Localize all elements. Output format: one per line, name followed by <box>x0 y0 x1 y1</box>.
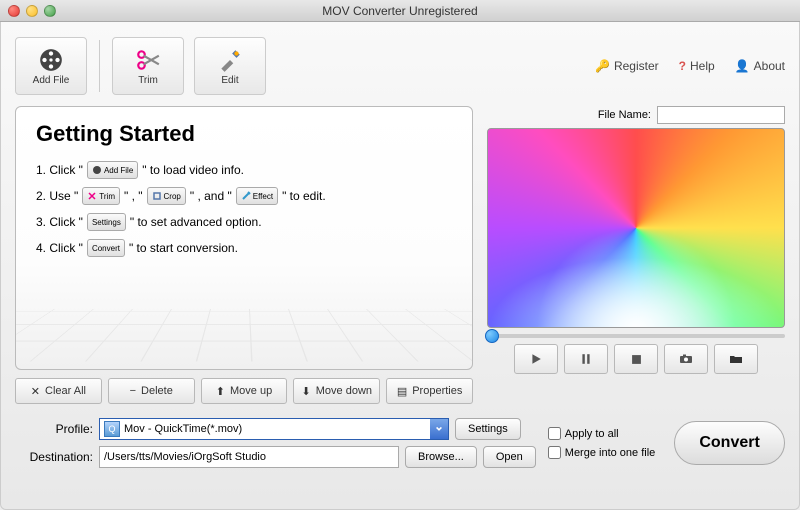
profile-label: Profile: <box>15 422 93 436</box>
profile-settings-button[interactable]: Settings <box>455 418 521 440</box>
document-icon: ▤ <box>397 385 407 398</box>
merge-checkbox[interactable]: Merge into one file <box>548 446 674 459</box>
key-icon: 🔑 <box>595 59 610 73</box>
x-icon: ✕ <box>31 385 40 398</box>
move-up-button[interactable]: ⬆Move up <box>201 378 288 404</box>
trim-button[interactable]: Trim <box>112 37 184 95</box>
play-icon <box>530 353 542 365</box>
profile-value: Mov - QuickTime(*.mov) <box>124 423 242 435</box>
open-button[interactable]: Open <box>483 446 536 468</box>
mini-add-file: Add File <box>87 161 138 179</box>
chevron-down-icon <box>430 419 448 439</box>
window-title: MOV Converter Unregistered <box>0 4 800 18</box>
add-file-label: Add File <box>33 75 70 86</box>
convert-button[interactable]: Convert <box>674 421 785 465</box>
getting-started-title: Getting Started <box>36 121 452 147</box>
file-name-label: File Name: <box>598 109 651 121</box>
minus-icon: − <box>130 385 136 397</box>
edit-label: Edit <box>221 75 238 86</box>
stop-icon <box>631 354 642 365</box>
properties-button[interactable]: ▤Properties <box>386 378 473 404</box>
seek-bar[interactable] <box>487 334 785 338</box>
edit-button[interactable]: Edit <box>194 37 266 95</box>
top-toolbar: Add File Trim Edit 🔑Register ?Help 👤Abou… <box>15 32 785 100</box>
step-2: 2. Use " Trim " , " Crop " , and " Effec… <box>36 187 452 205</box>
arrow-up-icon: ⬆ <box>216 385 225 398</box>
browse-folder-button[interactable] <box>714 344 758 374</box>
mini-crop: Crop <box>147 187 186 205</box>
mini-settings: Settings <box>87 213 126 231</box>
apply-to-all-checkbox[interactable]: Apply to all <box>548 427 674 440</box>
play-button[interactable] <box>514 344 558 374</box>
stop-button[interactable] <box>614 344 658 374</box>
person-icon: 👤 <box>735 59 750 73</box>
quicktime-icon: Q <box>104 421 120 437</box>
mini-convert: Convert <box>87 239 125 257</box>
destination-label: Destination: <box>15 450 93 464</box>
register-link[interactable]: 🔑Register <box>595 59 659 73</box>
destination-input[interactable] <box>99 446 399 468</box>
video-preview <box>487 128 785 328</box>
getting-started-panel: Getting Started 1. Click " Add File " to… <box>15 106 473 370</box>
decorative-grid <box>15 309 473 361</box>
step-4: 4. Click " Convert " to start conversion… <box>36 239 452 257</box>
toolbar-separator <box>99 40 100 92</box>
window-body: Add File Trim Edit 🔑Register ?Help 👤Abou… <box>0 22 800 510</box>
titlebar: MOV Converter Unregistered <box>0 0 800 22</box>
delete-button[interactable]: −Delete <box>108 378 195 404</box>
pause-button[interactable] <box>564 344 608 374</box>
snapshot-button[interactable] <box>664 344 708 374</box>
profile-select[interactable]: Q Mov - QuickTime(*.mov) <box>99 418 449 440</box>
tools-icon <box>216 47 244 73</box>
help-link[interactable]: ?Help <box>679 59 715 73</box>
pause-icon <box>580 353 592 365</box>
arrow-down-icon: ⬇ <box>302 385 311 398</box>
seek-thumb[interactable] <box>485 329 499 343</box>
step-1: 1. Click " Add File " to load video info… <box>36 161 452 179</box>
camera-icon <box>679 353 693 365</box>
clear-all-button[interactable]: ✕Clear All <box>15 378 102 404</box>
about-link[interactable]: 👤About <box>735 59 785 73</box>
step-3: 3. Click " Settings " to set advanced op… <box>36 213 452 231</box>
folder-icon <box>729 353 743 365</box>
add-file-button[interactable]: Add File <box>15 37 87 95</box>
file-name-input[interactable] <box>657 106 785 124</box>
scissors-icon <box>134 47 162 73</box>
browse-button[interactable]: Browse... <box>405 446 477 468</box>
help-icon: ? <box>679 59 686 73</box>
mini-effect: Effect <box>236 187 278 205</box>
film-reel-icon <box>37 47 65 73</box>
move-down-button[interactable]: ⬇Move down <box>293 378 380 404</box>
mini-trim: Trim <box>82 187 120 205</box>
trim-label: Trim <box>138 75 158 86</box>
